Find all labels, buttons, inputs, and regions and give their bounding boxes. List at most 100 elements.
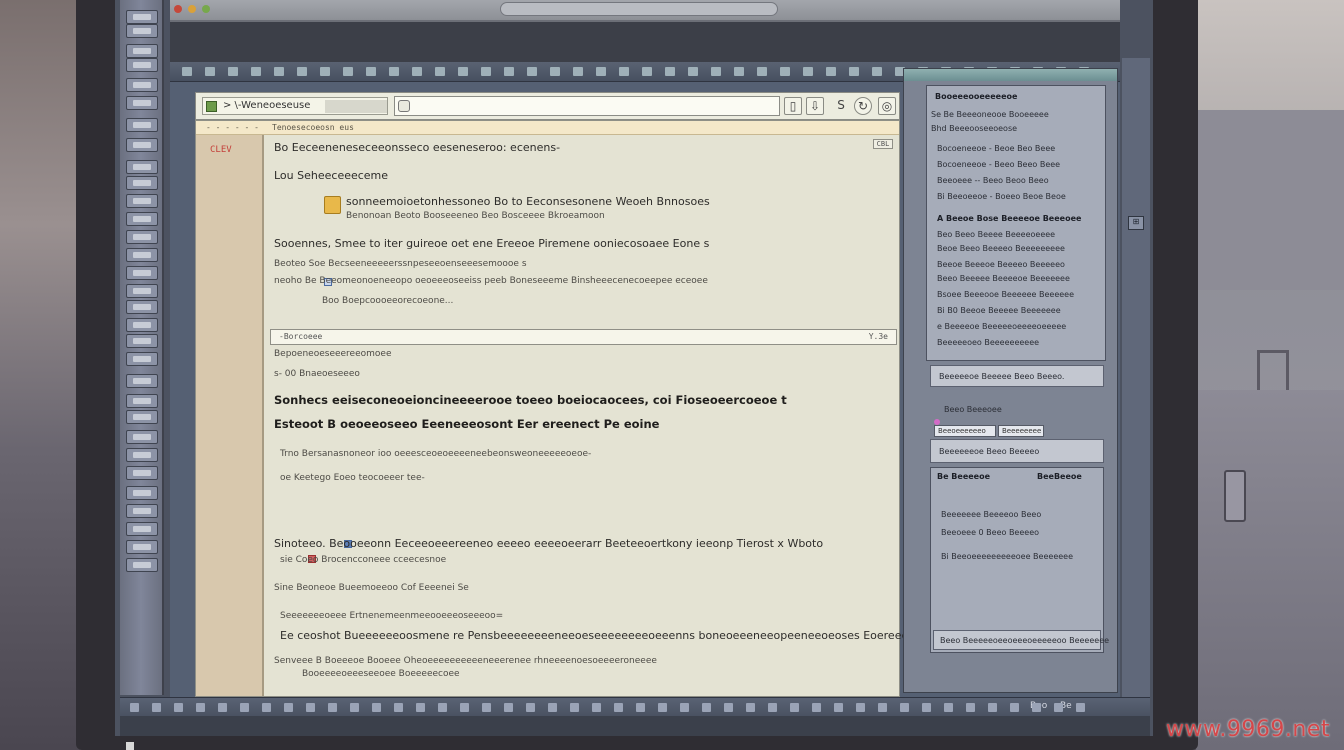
- status-icon[interactable]: [944, 703, 953, 712]
- reload-icon[interactable]: ↻: [854, 97, 872, 115]
- window-toolbar-icon[interactable]: [251, 67, 261, 76]
- corner-button[interactable]: CBL: [873, 139, 893, 149]
- lower-row[interactable]: Beeeeeee Beeeeoo Beeo: [941, 510, 1041, 519]
- tool-button[interactable]: [126, 522, 158, 536]
- status-icon[interactable]: [922, 703, 931, 712]
- status-icon[interactable]: [680, 703, 689, 712]
- tool-button[interactable]: [126, 230, 158, 244]
- prop-row[interactable]: Bocoeneeoe - Beoe Beo Beee: [937, 144, 1055, 153]
- window-toolbar-icon[interactable]: [780, 67, 790, 76]
- status-icon[interactable]: [548, 703, 557, 712]
- tool-button[interactable]: [126, 44, 158, 58]
- window-toolbar-icon[interactable]: [389, 67, 399, 76]
- section-separator[interactable]: -Borcoeee Y.3e: [270, 329, 897, 345]
- tool-button[interactable]: [126, 300, 158, 314]
- status-icon[interactable]: [350, 703, 359, 712]
- status-icon[interactable]: [196, 703, 205, 712]
- window-toolbar-icon[interactable]: [826, 67, 836, 76]
- status-icon[interactable]: [856, 703, 865, 712]
- status-icon[interactable]: [1054, 703, 1063, 712]
- tool-button[interactable]: [126, 352, 158, 366]
- tool-button[interactable]: [126, 176, 158, 190]
- status-icon[interactable]: [438, 703, 447, 712]
- tool-button[interactable]: [126, 504, 158, 518]
- top-search-pill[interactable]: [500, 2, 778, 16]
- prop2-row[interactable]: Beeoe Beeeoe Beeeeo Beeeeeo: [937, 260, 1065, 269]
- tool-button[interactable]: [126, 96, 158, 110]
- tool-button[interactable]: [126, 334, 158, 348]
- window-toolbar-icon[interactable]: [872, 67, 882, 76]
- power-button[interactable]: [126, 742, 134, 750]
- window-toolbar-icon[interactable]: [849, 67, 859, 76]
- tool-button[interactable]: [126, 318, 158, 332]
- status-icon[interactable]: [702, 703, 711, 712]
- download-icon[interactable]: ⇩: [806, 97, 824, 115]
- status-icon[interactable]: [218, 703, 227, 712]
- status-icon[interactable]: [966, 703, 975, 712]
- window-toolbar-icon[interactable]: [297, 67, 307, 76]
- window-toolbar-icon[interactable]: [274, 67, 284, 76]
- status-icon[interactable]: [394, 703, 403, 712]
- window-toolbar-icon[interactable]: [642, 67, 652, 76]
- status-icon[interactable]: [1076, 703, 1085, 712]
- status-icon[interactable]: [372, 703, 381, 712]
- prop2-row[interactable]: Beo Beeo Beeee Beeeeoeeee: [937, 230, 1055, 239]
- status-icon[interactable]: [1032, 703, 1041, 712]
- lower-footer-row[interactable]: Beeo Beeeeeoeeoeeeoeeeeeoo Beeeeeee: [933, 630, 1109, 650]
- status-icon[interactable]: [1010, 703, 1019, 712]
- window-toolbar-icon[interactable]: [182, 67, 192, 76]
- tool-button[interactable]: [126, 24, 158, 38]
- status-icon[interactable]: [900, 703, 909, 712]
- prop2-row[interactable]: Bsoee Beeeooe Beeeeee Beeeeee: [937, 290, 1074, 299]
- tool-button[interactable]: [126, 486, 158, 500]
- window-toolbar-icon[interactable]: [366, 67, 376, 76]
- window-toolbar-icon[interactable]: [688, 67, 698, 76]
- tool-button[interactable]: [126, 430, 158, 444]
- window-toolbar-icon[interactable]: [205, 67, 215, 76]
- status-icon[interactable]: [240, 703, 249, 712]
- prop2-row[interactable]: e Beeeeoe Beeeeeoeeeeoeeeee: [937, 322, 1066, 331]
- doc-line-3[interactable]: sonneemoioetonhessoneo Bo to Eeconsesone…: [346, 195, 710, 208]
- status-icon[interactable]: [460, 703, 469, 712]
- prop2-row[interactable]: Beeeeeoeo Beeeeeeeeee: [937, 338, 1039, 347]
- tool-button[interactable]: [126, 194, 158, 208]
- window-toolbar-icon[interactable]: [596, 67, 606, 76]
- prop-row[interactable]: Bocoeneeoe - Beeo Beeo Beee: [937, 160, 1060, 169]
- status-icon[interactable]: [152, 703, 161, 712]
- window-toolbar-icon[interactable]: [711, 67, 721, 76]
- tool-button[interactable]: [126, 138, 158, 152]
- window-toolbar-icon[interactable]: [665, 67, 675, 76]
- window-toolbar-icon[interactable]: [228, 67, 238, 76]
- option-bar-1[interactable]: Beeeeeoe Beeeee Beeo Beeeo.: [930, 365, 1104, 387]
- tool-button[interactable]: [126, 78, 158, 92]
- window-toolbar-icon[interactable]: [458, 67, 468, 76]
- tool-button[interactable]: [126, 212, 158, 226]
- window-toolbar-icon[interactable]: [803, 67, 813, 76]
- window-toolbar-icon[interactable]: [573, 67, 583, 76]
- status-icon[interactable]: [636, 703, 645, 712]
- status-icon[interactable]: [130, 703, 139, 712]
- status-icon[interactable]: [482, 703, 491, 712]
- settings-icon[interactable]: S: [832, 97, 850, 115]
- window-toolbar-icon[interactable]: [757, 67, 767, 76]
- prop2-row[interactable]: Beeo Beeeee Beeeeoe Beeeeeee: [937, 274, 1070, 283]
- window-toolbar-icon[interactable]: [343, 67, 353, 76]
- value-input-2[interactable]: Beeeeeeee: [998, 425, 1044, 437]
- status-icon[interactable]: [768, 703, 777, 712]
- window-toolbar-icon[interactable]: [550, 67, 560, 76]
- tool-button[interactable]: [126, 540, 158, 554]
- window-toolbar-icon[interactable]: [412, 67, 422, 76]
- prop-row[interactable]: Beeoeee -- Beeo Beoo Beeo: [937, 176, 1049, 185]
- tool-button[interactable]: [126, 58, 158, 72]
- window-toolbar-icon[interactable]: [481, 67, 491, 76]
- window-toolbar-icon[interactable]: [504, 67, 514, 76]
- status-icon[interactable]: [526, 703, 535, 712]
- value-input-1[interactable]: Beeoeeeeeeo: [934, 425, 996, 437]
- status-icon[interactable]: [746, 703, 755, 712]
- status-icon[interactable]: [724, 703, 733, 712]
- lower-row[interactable]: Beeoeee 0 Beeo Beeeeo: [941, 528, 1039, 537]
- lower-row[interactable]: Bi Beeoeeeeeeeeeoee Beeeeeee: [941, 552, 1073, 561]
- tool-button[interactable]: [126, 266, 158, 280]
- window-toolbar-icon[interactable]: [619, 67, 629, 76]
- menu-icon[interactable]: ◎: [878, 97, 896, 115]
